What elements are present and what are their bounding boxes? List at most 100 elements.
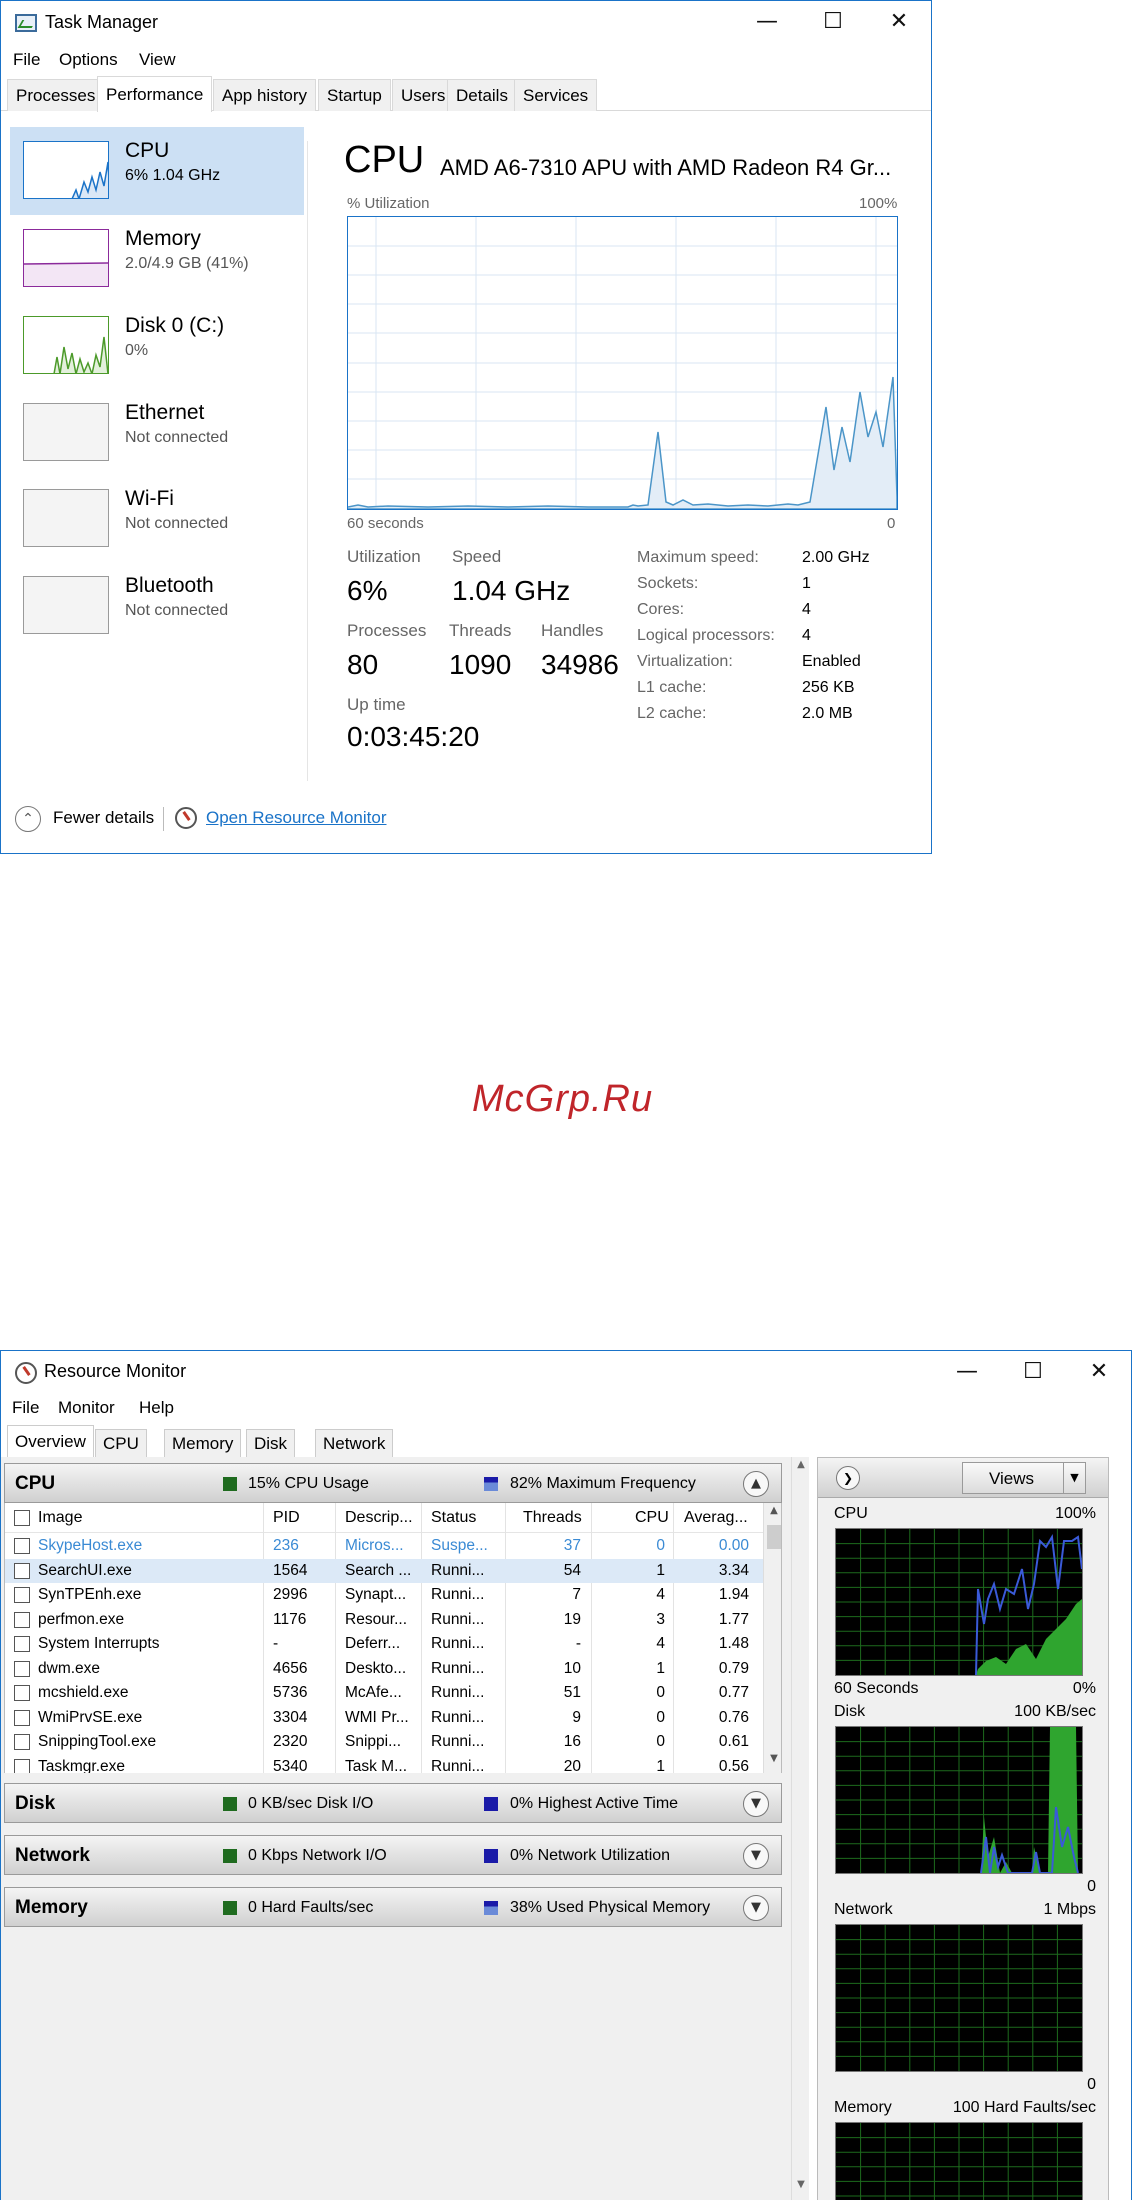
- sidebar-item-memory[interactable]: Memory 2.0/4.9 GB (41%): [10, 215, 304, 303]
- chevron-down-icon[interactable]: ▼: [1063, 1463, 1085, 1493]
- cell-threads: 16: [563, 1733, 581, 1750]
- disk-graph-title: Disk: [834, 1703, 866, 1720]
- row-checkbox[interactable]: [14, 1734, 30, 1750]
- chevron-down-icon[interactable]: ▼: [743, 1895, 769, 1921]
- cell-image: dwm.exe: [38, 1659, 101, 1677]
- sidebar-item-ethernet[interactable]: Ethernet Not connected: [10, 389, 304, 477]
- column-description[interactable]: Descrip...: [345, 1509, 413, 1527]
- table-row[interactable]: SynTPEnh.exe 2996 Synapt... Runni... 7 4…: [5, 1583, 765, 1608]
- menu-help[interactable]: Help: [139, 1398, 174, 1418]
- window-title: Resource Monitor: [44, 1361, 187, 1381]
- spec-value-max-speed: 2.00 GHz: [802, 549, 870, 566]
- main-scrollbar[interactable]: ▲ ▼: [791, 1457, 809, 2200]
- cell-status: Runni...: [431, 1757, 485, 1774]
- row-checkbox[interactable]: [14, 1636, 30, 1652]
- sidebar-item-bluetooth[interactable]: Bluetooth Not connected: [10, 562, 304, 650]
- chevron-down-icon[interactable]: ▼: [743, 1843, 769, 1869]
- spec-value-virtualization: Enabled: [802, 653, 861, 670]
- tab-memory[interactable]: Memory: [164, 1429, 242, 1457]
- graph-time-span: 60 seconds: [347, 515, 424, 532]
- cell-desc: Micros...: [345, 1537, 404, 1554]
- cell-image: SnippingTool.exe: [38, 1733, 157, 1750]
- menu-monitor[interactable]: Monitor: [58, 1398, 115, 1418]
- row-checkbox[interactable]: [14, 1611, 30, 1628]
- tab-services[interactable]: Services: [514, 79, 598, 111]
- cell-cpu: 3: [656, 1610, 665, 1628]
- scroll-up-icon[interactable]: ▲: [792, 1459, 810, 1475]
- network-section-header[interactable]: Network 0 Kbps Network I/O 0% Network Ut…: [4, 1835, 782, 1875]
- table-scrollbar[interactable]: ▲ ▼: [763, 1503, 781, 1773]
- menu-file[interactable]: File: [12, 1398, 39, 1418]
- maximize-button[interactable]: ☐: [800, 1, 866, 43]
- cell-image: WmiPrvSE.exe: [38, 1708, 143, 1726]
- tab-app-history[interactable]: App history: [213, 79, 317, 111]
- tab-startup[interactable]: Startup: [318, 79, 391, 111]
- sidebar-item-wifi[interactable]: Wi-Fi Not connected: [10, 475, 304, 563]
- row-checkbox[interactable]: [14, 1562, 30, 1579]
- table-row[interactable]: WmiPrvSE.exe 3304 WMI Pr... Runni... 9 0…: [5, 1706, 765, 1731]
- memory-section-header[interactable]: Memory 0 Hard Faults/sec 38% Used Physic…: [4, 1887, 782, 1927]
- disk-section-header[interactable]: Disk 0 KB/sec Disk I/O 0% Highest Active…: [4, 1783, 782, 1823]
- menu-file[interactable]: File: [13, 50, 40, 70]
- row-checkbox[interactable]: [14, 1758, 30, 1773]
- views-dropdown[interactable]: Views ▼: [962, 1462, 1086, 1494]
- scroll-down-icon[interactable]: ▼: [764, 1753, 781, 1771]
- sidebar-memory-name: Memory: [125, 227, 201, 250]
- table-row[interactable]: SearchUI.exe 1564 Search ... Runni... 54…: [5, 1558, 765, 1583]
- chevron-up-icon[interactable]: ⌃: [15, 806, 41, 832]
- table-row[interactable]: perfmon.exe 1176 Resour... Runni... 19 3…: [5, 1608, 765, 1633]
- chevron-right-icon[interactable]: ❯: [836, 1466, 860, 1490]
- row-checkbox[interactable]: [14, 1538, 30, 1554]
- close-button[interactable]: ✕: [1066, 1351, 1131, 1393]
- menu-bar: File Monitor Help: [1, 1393, 1131, 1421]
- tab-users[interactable]: Users: [392, 79, 455, 111]
- table-row[interactable]: Taskmgr.exe 5340 Task M... Runni... 20 1…: [5, 1755, 765, 1774]
- threads-value: 1090: [449, 649, 512, 680]
- minimize-button[interactable]: —: [734, 1, 800, 43]
- sidebar-item-disk[interactable]: Disk 0 (C:) 0%: [10, 302, 304, 390]
- cell-cpu: 1: [656, 1757, 665, 1774]
- tab-processes[interactable]: Processes: [7, 79, 105, 111]
- scroll-down-icon[interactable]: ▼: [792, 2179, 810, 2195]
- cpu-section-header[interactable]: CPU 15% CPU Usage 82% Maximum Frequency …: [4, 1463, 782, 1503]
- disk-graph-max: 100 KB/sec: [1014, 1703, 1096, 1720]
- column-cpu[interactable]: CPU: [635, 1509, 669, 1527]
- column-threads[interactable]: Threads: [523, 1509, 582, 1527]
- scroll-thumb[interactable]: [767, 1525, 781, 1549]
- row-checkbox[interactable]: [14, 1587, 30, 1603]
- row-checkbox[interactable]: [14, 1709, 30, 1726]
- row-checkbox[interactable]: [14, 1685, 30, 1701]
- blue-indicator-icon: [484, 1849, 498, 1863]
- menu-options[interactable]: Options: [59, 50, 118, 70]
- chevron-up-icon[interactable]: ▲: [743, 1471, 769, 1497]
- maximize-button[interactable]: ☐: [1000, 1351, 1066, 1393]
- row-checkbox[interactable]: [14, 1660, 30, 1677]
- tab-disk[interactable]: Disk: [246, 1429, 296, 1457]
- open-resource-monitor-link[interactable]: Open Resource Monitor: [206, 808, 386, 828]
- table-row[interactable]: System Interrupts - Deferr... Runni... -…: [5, 1632, 765, 1657]
- column-image[interactable]: Image: [38, 1509, 82, 1527]
- sidebar-item-cpu[interactable]: CPU 6% 1.04 GHz: [10, 127, 304, 215]
- tab-overview[interactable]: Overview: [7, 1425, 94, 1457]
- tab-network[interactable]: Network: [315, 1429, 394, 1457]
- select-all-checkbox[interactable]: [14, 1510, 30, 1526]
- minimize-button[interactable]: —: [934, 1351, 1000, 1393]
- fewer-details-link[interactable]: Fewer details: [53, 808, 154, 828]
- table-row[interactable]: dwm.exe 4656 Deskto... Runni... 10 1 0.7…: [5, 1657, 765, 1682]
- column-average[interactable]: Averag...: [684, 1509, 748, 1527]
- column-status[interactable]: Status: [431, 1509, 476, 1527]
- tab-cpu[interactable]: CPU: [95, 1429, 147, 1457]
- column-pid[interactable]: PID: [273, 1509, 300, 1527]
- cpu-utilization-graph: [347, 216, 898, 510]
- table-row[interactable]: SnippingTool.exe 2320 Snippi... Runni...…: [5, 1730, 765, 1755]
- cpu-frequency-stat: 82% Maximum Frequency: [510, 1475, 696, 1492]
- table-row[interactable]: mcshield.exe 5736 McAfe... Runni... 51 0…: [5, 1681, 765, 1706]
- close-button[interactable]: ✕: [866, 1, 932, 43]
- scroll-up-icon[interactable]: ▲: [764, 1505, 781, 1523]
- tab-details[interactable]: Details: [447, 79, 517, 111]
- cell-cpu: 0: [656, 1684, 665, 1701]
- chevron-down-icon[interactable]: ▼: [743, 1791, 769, 1817]
- menu-view[interactable]: View: [139, 50, 176, 70]
- tab-performance[interactable]: Performance: [97, 76, 213, 112]
- table-row[interactable]: SkypeHost.exe 236 Micros... Suspe... 37 …: [5, 1534, 765, 1559]
